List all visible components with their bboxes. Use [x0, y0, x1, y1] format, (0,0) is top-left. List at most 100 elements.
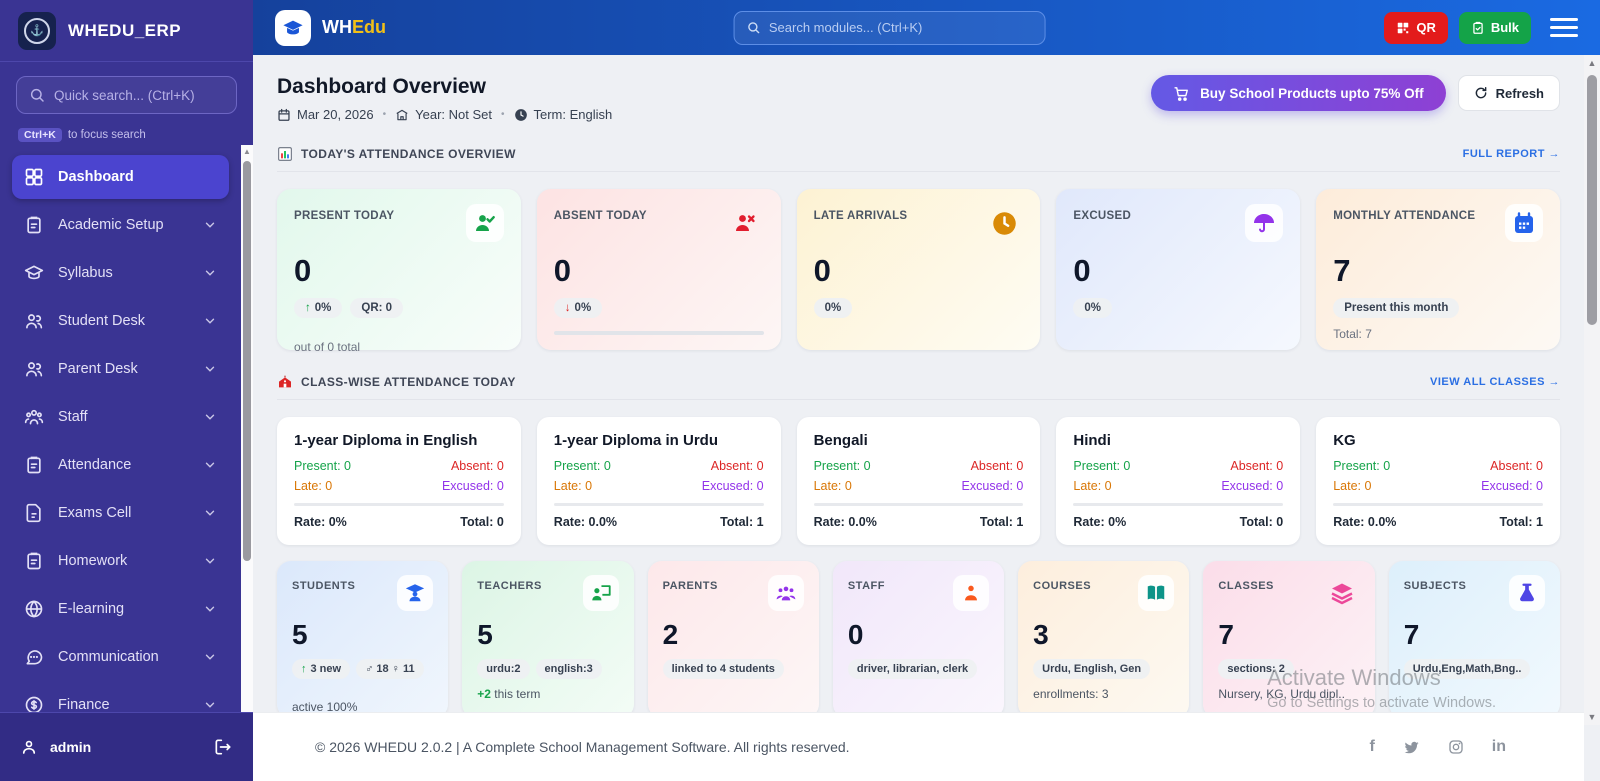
cart-icon	[1174, 86, 1189, 101]
app-logo	[275, 9, 311, 46]
parents-count: 2	[662, 619, 679, 650]
class-card[interactable]: Bengali Present: 0 Absent: 0 Late: 0 Excus…	[796, 417, 1041, 545]
sidebar-scrollbar[interactable]: ▲	[241, 145, 253, 712]
parents-badge: linked to 4 students	[662, 659, 784, 679]
class-card[interactable]: 1-year Diploma in English Present: 0 Abse…	[277, 417, 521, 545]
monthly-attendance-card[interactable]: MONTHLY ATTENDANCE 7 Present this month …	[1316, 189, 1560, 350]
present-today-card[interactable]: PRESENT TODAY 0 ↑ 0% QR: 0 out of 0 total	[277, 189, 521, 354]
sidebar-item-student-desk[interactable]: Student Desk	[12, 299, 229, 343]
chevron-down-icon	[205, 462, 215, 468]
excused-card[interactable]: EXCUSED 0 0%	[1056, 189, 1301, 350]
classes-count: 7	[1218, 619, 1234, 650]
current-date: Mar 20, 2026	[297, 107, 374, 122]
refresh-button[interactable]: Refresh	[1457, 75, 1560, 111]
copyright-text: © 2026 WHEDU 2.0.2 | A Complete School M…	[315, 739, 850, 755]
sidebar-item-parent-desk[interactable]: Parent Desk	[12, 347, 229, 391]
modules-search[interactable]	[733, 10, 1046, 45]
clock-icon	[514, 108, 527, 121]
subjects-card[interactable]: SUBJECTS 7 Urdu,Eng,Math,Bng..	[1388, 561, 1560, 718]
late-arrivals-card[interactable]: LATE ARRIVALS 0 0%	[796, 189, 1041, 350]
classwise-section-title: CLASS-WISE ATTENDANCE TODAY	[301, 375, 516, 389]
attendance-cards: PRESENT TODAY 0 ↑ 0% QR: 0 out of 0 total…	[277, 189, 1560, 354]
bar-chart-icon	[278, 147, 292, 161]
menu-toggle-icon[interactable]	[1550, 18, 1578, 37]
calendar-icon	[1505, 204, 1543, 242]
sidebar-item-dashboard[interactable]: Dashboard	[12, 155, 229, 199]
sidebar-item-exams-cell[interactable]: Exams Cell	[12, 491, 229, 535]
monthly-badge: Present this month	[1333, 298, 1460, 318]
sidebar-item-communication[interactable]: Communication	[12, 635, 229, 679]
top-navbar: WHEdu QR Bulk	[253, 0, 1600, 55]
staff-count: 0	[847, 619, 864, 650]
sidebar-search-input[interactable]	[54, 87, 224, 103]
chevron-down-icon	[205, 606, 215, 612]
sidebar-item-finance[interactable]: Finance	[12, 683, 229, 712]
student-icon	[397, 575, 434, 611]
main-scrollbar[interactable]: ▲ ▼	[1584, 55, 1600, 725]
new-students-badge: ↑ 3 new	[292, 659, 351, 679]
view-all-classes-link[interactable]: VIEW ALL CLASSES →	[1430, 376, 1560, 388]
sidebar-item-homework[interactable]: Homework	[12, 539, 229, 583]
attendance-section-header: TODAY'S ATTENDANCE OVERVIEW FULL REPORT …	[277, 146, 1560, 172]
scroll-down-arrow[interactable]: ▼	[1584, 709, 1600, 725]
buy-products-button[interactable]: Buy School Products upto 75% Off	[1151, 75, 1446, 111]
monthly-count: 7	[1333, 253, 1351, 288]
teachers-count: 5	[477, 619, 493, 650]
teachers-card[interactable]: TEACHERS 5 urdu:2 english:3 +2 this term	[462, 561, 634, 718]
chevron-down-icon	[205, 558, 215, 564]
subjects-count: 7	[1403, 619, 1420, 650]
absent-today-card[interactable]: ABSENT TODAY 0 ↓ 0%	[536, 189, 781, 350]
absent-count: 0	[553, 253, 572, 288]
class-total: Total: 0	[460, 515, 504, 529]
logout-icon[interactable]	[213, 737, 233, 757]
sidebar-item-attendance[interactable]: Attendance	[12, 443, 229, 487]
class-card[interactable]: KG Present: 0 Absent: 0 Late: 0 Excused: 0…	[1316, 417, 1560, 545]
courses-card[interactable]: COURSES 3 Urdu, English, Gen enrollments…	[1018, 561, 1190, 718]
parents-card[interactable]: PARENTS 2 linked to 4 students	[647, 561, 819, 718]
bulk-button[interactable]: Bulk	[1458, 11, 1531, 44]
sidebar-item-academic-setup[interactable]: Academic Setup	[12, 203, 229, 247]
clock-icon	[985, 204, 1023, 242]
scroll-up-arrow[interactable]: ▲	[1584, 55, 1600, 71]
staff-card[interactable]: STAFF 0 driver, librarian, clerk	[832, 561, 1005, 718]
sidebar-item-syllabus[interactable]: Syllabus	[12, 251, 229, 295]
facebook-icon[interactable]: f	[1369, 738, 1374, 756]
twitter-icon[interactable]	[1403, 739, 1420, 756]
dollar-circle-icon	[24, 695, 44, 712]
sidebar-scrollbar-thumb[interactable]	[243, 161, 251, 561]
class-total: Total: 1	[979, 515, 1024, 529]
sidebar-item-staff[interactable]: Staff	[12, 395, 229, 439]
instagram-icon[interactable]	[1448, 739, 1464, 755]
excused-percent-badge: 0%	[1073, 298, 1113, 318]
page-meta: Mar 20, 2026 • Year: Not Set • Term: Eng…	[277, 107, 612, 122]
layers-icon	[1324, 575, 1360, 611]
courses-badge: Urdu, English, Gen	[1033, 659, 1151, 679]
teachers-urdu-badge: urdu:2	[477, 659, 530, 679]
main-scrollbar-thumb[interactable]	[1587, 75, 1597, 325]
class-rate: Rate: 0%	[294, 515, 347, 529]
class-card[interactable]: Hindi Present: 0 Absent: 0 Late: 0 Excused…	[1056, 417, 1301, 545]
late-percent-badge: 0%	[813, 298, 853, 318]
sidebar-search[interactable]	[16, 76, 237, 114]
sidebar-item-elearning[interactable]: E-learning	[12, 587, 229, 631]
chevron-down-icon	[205, 366, 215, 372]
linkedin-icon[interactable]: in	[1492, 738, 1506, 756]
document-icon	[24, 503, 44, 523]
person-check-icon	[465, 204, 504, 242]
classes-card[interactable]: CLASSES 7 sections: 2 Nursery, KG, Urdu …	[1203, 561, 1375, 718]
classwise-cards: 1-year Diploma in English Present: 0 Abse…	[277, 417, 1560, 545]
gender-badge: ♂ 18 ♀ 11	[356, 659, 424, 679]
scroll-up-arrow[interactable]: ▲	[241, 145, 253, 159]
class-card[interactable]: 1-year Diploma in Urdu Present: 0 Absent:…	[536, 417, 781, 545]
modules-search-input[interactable]	[768, 20, 1033, 35]
qr-count-badge: QR: 0	[350, 298, 404, 318]
flask-icon	[1509, 575, 1545, 611]
username: admin	[50, 739, 92, 755]
full-report-link[interactable]: FULL REPORT →	[1463, 148, 1560, 160]
monthly-total: Total: 7	[1333, 327, 1372, 341]
staff-roles-badge: driver, librarian, clerk	[847, 659, 978, 679]
users-icon	[24, 311, 44, 331]
students-card[interactable]: STUDENTS 5 ↑ 3 new ♂ 18 ♀ 11 active 100%	[277, 561, 449, 718]
qr-button[interactable]: QR	[1384, 11, 1448, 44]
sidebar-brand-title: WHEDU_ERP	[68, 20, 182, 40]
